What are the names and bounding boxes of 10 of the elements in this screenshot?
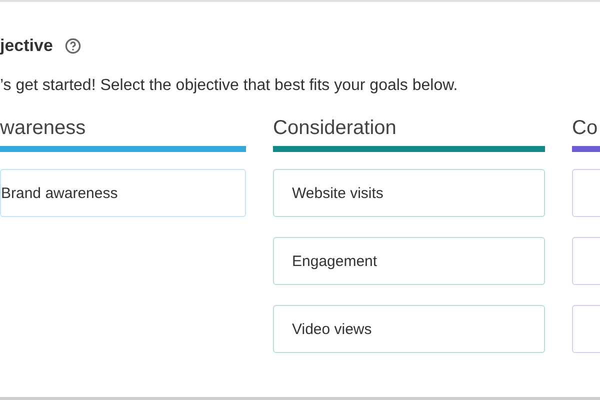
objective-option[interactable]: Website visits (273, 169, 545, 217)
column-title: Consideration (273, 117, 398, 141)
objective-option[interactable]: Video views (273, 305, 545, 353)
objective-option[interactable]: Engagement (273, 237, 545, 285)
section-title: jective (0, 36, 53, 56)
help-icon[interactable] (64, 38, 81, 54)
description: ’s get started! Select the objective that best fits your goals below. (0, 77, 459, 95)
column-title: wareness (0, 117, 87, 141)
objective-option[interactable]: Brand awareness (0, 169, 246, 217)
column-title: Co (572, 117, 599, 141)
